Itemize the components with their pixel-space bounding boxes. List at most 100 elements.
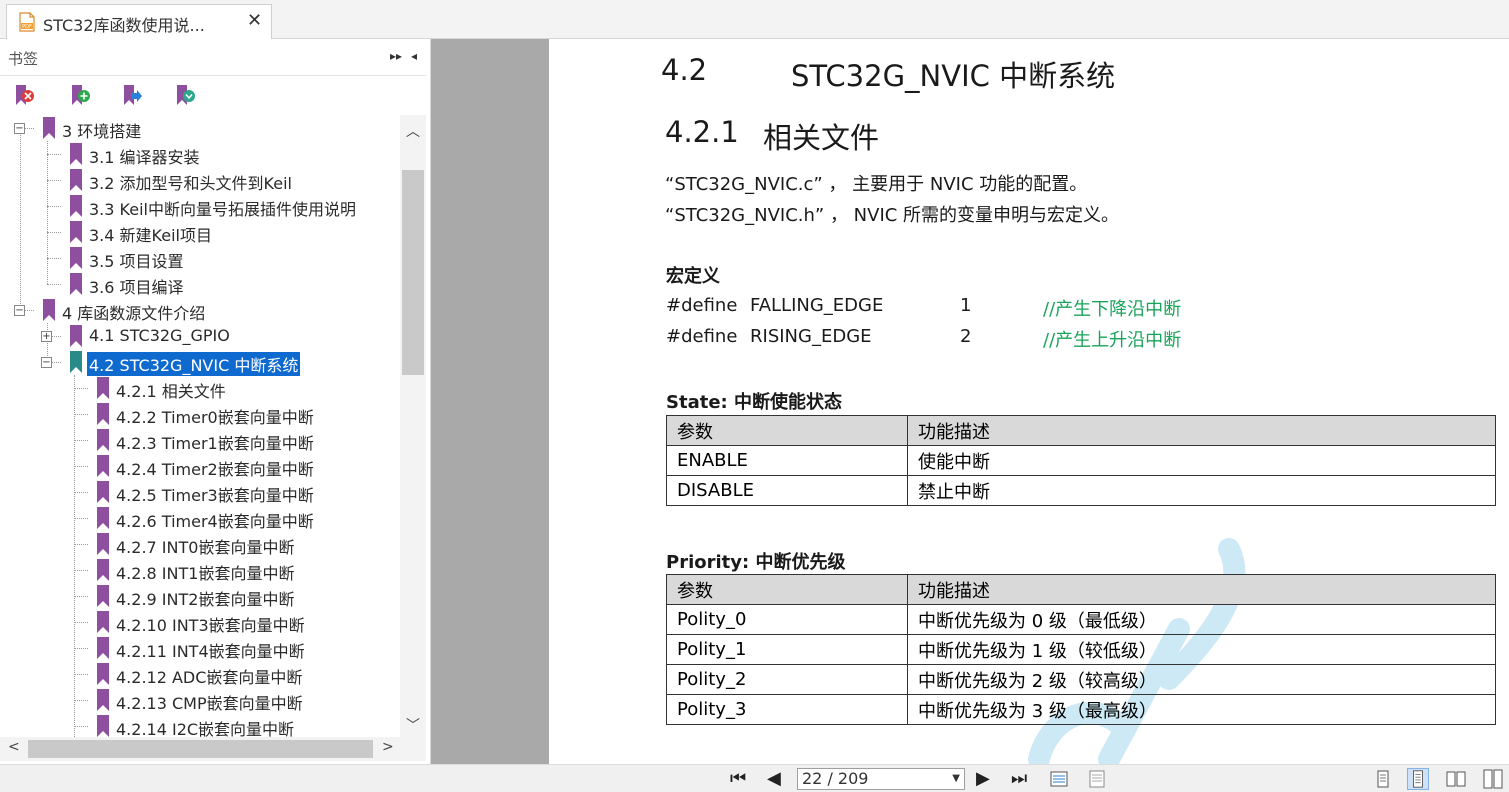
table-row: Polity_2 中断优先级为 2 级（较高级） [666,664,1496,695]
state-table: 参数 功能描述 ENABLE 使能中断 DISABLE 禁止中断 [666,415,1496,506]
bookmark-label: 4.2.9 INT2嵌套向量中断 [116,590,295,609]
fit-width-icon[interactable] [1048,768,1070,790]
bookmark-vertical-scrollbar[interactable]: ︿ ﹀ [400,115,426,737]
table-cell: 中断优先级为 1 级（较低级） [907,634,1496,665]
delete-bookmark-icon[interactable] [14,84,36,106]
define-value: 2 [960,326,972,347]
tree-connector [74,570,88,571]
table-header-row: 参数 功能描述 [666,574,1496,605]
table-cell: 中断优先级为 0 级（最低级） [907,604,1496,635]
table-row: ENABLE 使能中断 [666,445,1496,476]
bookmark-icon [43,299,55,321]
bookmark-icon [97,403,109,425]
scroll-right-icon[interactable]: > [382,739,394,755]
tree-connector [74,388,88,389]
bookmark-label: 4.2 STC32G_NVIC 中断系统 [87,352,301,376]
bookmark-label: 4 库函数源文件介绍 [62,304,206,323]
table-cell: Polity_1 [666,634,908,665]
define-value: 1 [960,295,972,316]
goto-bookmark-icon[interactable] [122,84,144,106]
tree-connector [74,466,88,467]
document-tab[interactable]: PDF STC32库函数使用说... ✕ [6,4,272,39]
bookmark-icon [97,637,109,659]
collapse-panel-icon[interactable]: ◂ [411,49,417,63]
bookmark-icon [97,507,109,529]
expand-bookmark-icon[interactable] [175,84,197,106]
tree-connector [74,492,88,493]
collapse-toggle-icon[interactable]: − [14,123,25,134]
scroll-corner [400,737,426,761]
scroll-down-icon[interactable]: ﹀ [406,715,420,735]
bookmark-icon [70,247,82,269]
bookmark-icon [70,351,82,373]
prev-page-icon[interactable]: ◀ [767,768,781,789]
bookmark-icon [97,455,109,477]
fit-page-icon[interactable] [1086,768,1108,790]
tree-connector [74,440,88,441]
next-page-icon[interactable]: ▶ [976,768,990,789]
two-page-icon[interactable] [1445,768,1467,790]
chevron-down-icon[interactable]: ▼ [952,769,960,789]
bookmark-label: 4.2.8 INT1嵌套向量中断 [116,564,295,583]
table-cell: Polity_2 [666,664,908,695]
expand-toggle-icon[interactable]: + [41,331,52,342]
bookmark-label: 4.2.4 Timer2嵌套向量中断 [116,460,314,479]
expand-panel-icon[interactable]: ▸▸ [390,49,402,63]
bookmark-panel: 书签 ▸▸ ◂ 3 环境搭建 − 3.1 编译器安装 3.2 添加型号和头文件到Kei… [0,39,431,764]
tree-connector [47,206,61,207]
section-number: 4.2 [661,53,708,87]
table-cell: ENABLE [666,445,908,476]
bookmark-icon [70,325,82,347]
bookmark-icon [97,533,109,555]
bookmark-label: 3.5 项目设置 [89,252,184,271]
bookmark-icon [97,663,109,685]
bookmark-label: 3.2 添加型号和头文件到Keil [89,174,292,193]
bookmark-icon [97,715,109,737]
first-page-icon[interactable]: ⏮ [730,768,746,789]
bookmark-icon [70,273,82,295]
table-row: Polity_1 中断优先级为 1 级（较低级） [666,634,1496,665]
pdf-file-icon: PDF [19,12,35,32]
table-cell: Polity_3 [666,694,908,725]
subsection-title: 相关文件 [763,121,880,155]
bookmark-label: 4.2.2 Timer0嵌套向量中断 [116,408,314,427]
single-page-icon[interactable] [1372,768,1394,790]
bookmark-label: 4.2.13 CMP嵌套向量中断 [116,694,303,713]
last-page-icon[interactable]: ⏭ [1011,768,1027,789]
two-page-continuous-icon[interactable] [1482,768,1504,790]
tree-connector [74,544,88,545]
bookmark-icon [97,611,109,633]
define-keyword: #define [666,295,738,316]
bookmark-label: 3.4 新建Keil项目 [89,226,212,245]
bookmark-icon [97,481,109,503]
table-header-cell: 参数 [666,415,908,446]
bookmark-label: 4.2.5 Timer3嵌套向量中断 [116,486,314,505]
tree-connector [74,700,88,701]
document-gutter [431,39,549,764]
tree-connector [47,180,61,181]
bookmark-horizontal-scrollbar[interactable]: < > [0,737,400,761]
page-number-input[interactable]: 22 / 209 ▼ [797,768,965,790]
file-h-description: “STC32G_NVIC.h” ， NVIC 所需的变量申明与宏定义。 [665,205,1120,226]
scroll-left-icon[interactable]: < [8,739,20,755]
bookmark-label: 4.2.11 INT4嵌套向量中断 [116,642,305,661]
tree-connector [74,648,88,649]
close-tab-icon[interactable]: ✕ [247,10,262,31]
add-bookmark-icon[interactable] [70,84,92,106]
collapse-toggle-icon[interactable]: − [14,305,25,316]
bookmark-label: 3.1 编译器安装 [89,148,200,167]
continuous-page-icon[interactable] [1407,768,1429,790]
tree-connector [47,232,61,233]
collapse-toggle-icon[interactable]: − [41,357,52,368]
table-cell: DISABLE [666,475,908,506]
bookmark-icon [70,221,82,243]
pdf-page[interactable]: 4.2 STC32G_NVIC 中断系统 4.2.1 相关文件 “STC32G_… [549,39,1509,764]
bookmark-label: 4.2.14 I2C嵌套向量中断 [116,720,295,737]
define-keyword: #define [666,326,738,347]
bookmark-icon [70,169,82,191]
scroll-thumb[interactable] [402,170,424,375]
hscroll-thumb[interactable] [28,740,373,758]
tree-connector [74,726,88,727]
scroll-up-icon[interactable]: ︿ [406,121,420,141]
file-c-description: “STC32G_NVIC.c” ， 主要用于 NVIC 功能的配置。 [665,174,1088,195]
